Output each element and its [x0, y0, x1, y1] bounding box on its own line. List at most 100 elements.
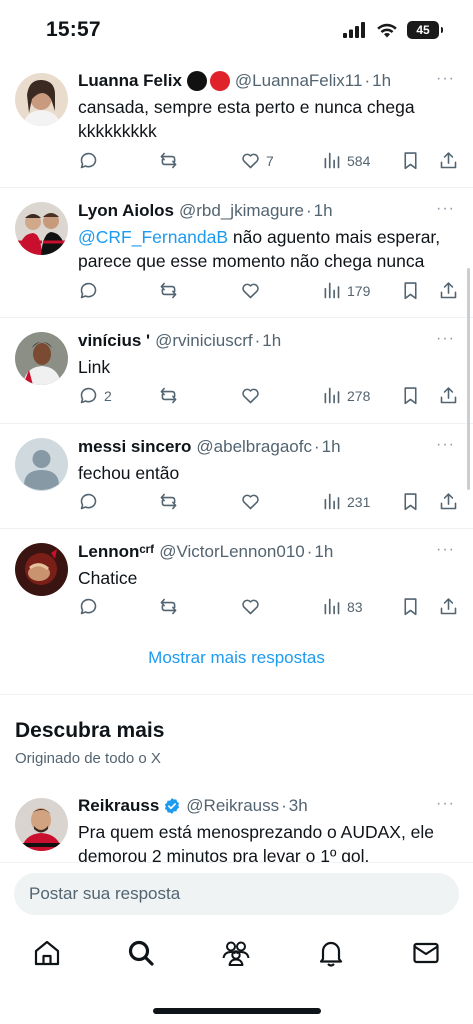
timestamp[interactable]: 3h: [289, 796, 308, 816]
battery-indicator: 45: [407, 21, 443, 39]
like-button[interactable]: [240, 280, 266, 301]
tab-communities[interactable]: [221, 938, 251, 968]
handle[interactable]: @rbd_jkimagure: [179, 201, 304, 221]
separator: ·: [364, 71, 371, 90]
handle[interactable]: @VictorLennon010: [159, 542, 305, 562]
reply-icon: [80, 282, 97, 299]
avatar[interactable]: [15, 332, 68, 385]
tweet-text: Pra quem está menosprezando o AUDAX, ele…: [78, 820, 457, 862]
views-button[interactable]: 231: [321, 491, 370, 512]
timestamp[interactable]: 1h: [322, 437, 341, 457]
reply-input[interactable]: Postar sua resposta: [14, 873, 459, 915]
retweet-button[interactable]: [158, 280, 179, 301]
retweet-button[interactable]: [158, 150, 179, 171]
share-icon: [440, 387, 457, 404]
reply-button[interactable]: 2: [78, 385, 112, 406]
reply-button[interactable]: [78, 280, 104, 301]
share-button[interactable]: [438, 385, 459, 406]
views-button[interactable]: 584: [321, 150, 370, 171]
like-button[interactable]: 7: [240, 150, 274, 171]
separator: ·: [313, 437, 320, 456]
display-name[interactable]: Luanna Felix: [78, 71, 182, 91]
discover-tweet[interactable]: Reikrauss @Reikrauss · 3h ··· Pra quem e…: [0, 785, 473, 862]
share-icon: [440, 282, 457, 299]
reply-tweet[interactable]: Luanna Felix @LuannaFelix11 · 1h ··· can…: [0, 58, 473, 188]
retweet-button[interactable]: [158, 385, 179, 406]
display-name[interactable]: vinícius ': [78, 331, 150, 351]
avatar[interactable]: [15, 202, 68, 255]
like-button[interactable]: [240, 596, 266, 617]
reply-button[interactable]: [78, 491, 104, 512]
more-options-icon[interactable]: ···: [436, 200, 455, 218]
bookmark-icon: [404, 282, 417, 300]
reply-tweet[interactable]: Lyon Aiolos @rbd_jkimagure · 1h ··· @CRF…: [0, 188, 473, 318]
timestamp[interactable]: 1h: [372, 71, 391, 91]
more-options-icon[interactable]: ···: [436, 541, 455, 559]
bookmark-button[interactable]: [400, 280, 421, 301]
separator: ·: [281, 796, 287, 815]
handle[interactable]: @LuannaFelix11: [235, 71, 363, 91]
retweet-icon: [160, 598, 177, 615]
reply-tweet[interactable]: Lennonᶜʳᶠ @VictorLennon010 · 1h ··· Chat…: [0, 529, 473, 634]
tweet-actions: 2 278: [78, 385, 457, 409]
scrollbar[interactable]: [467, 268, 470, 490]
tweet-actions: 83: [78, 596, 457, 620]
separator: ·: [306, 201, 312, 220]
bookmark-button[interactable]: [400, 491, 421, 512]
display-name[interactable]: messi sincero: [78, 437, 191, 457]
tweet-text: fechou então: [78, 461, 457, 485]
retweet-button[interactable]: [158, 596, 179, 617]
wifi-icon: [377, 23, 397, 38]
timestamp[interactable]: 1h: [314, 542, 333, 562]
like-button[interactable]: [240, 491, 266, 512]
avatar[interactable]: [15, 543, 68, 596]
reply-icon: [80, 493, 97, 510]
tweet-header: messi sincero @abelbragaofc · 1h: [78, 437, 433, 457]
share-button[interactable]: [438, 491, 459, 512]
avatar[interactable]: [15, 798, 68, 851]
mail-icon: [413, 942, 439, 964]
avatar[interactable]: [15, 73, 68, 126]
more-options-icon[interactable]: ···: [436, 70, 455, 88]
reply-tweet[interactable]: messi sincero @abelbragaofc · 1h ··· fec…: [0, 424, 473, 529]
views-button[interactable]: 278: [321, 385, 370, 406]
more-options-icon[interactable]: ···: [436, 330, 455, 348]
tab-messages[interactable]: [411, 938, 441, 968]
timestamp[interactable]: 1h: [314, 201, 333, 221]
share-button[interactable]: [438, 150, 459, 171]
show-more-replies-link[interactable]: Mostrar mais respostas: [0, 648, 473, 668]
like-button[interactable]: [240, 385, 266, 406]
bottom-tab-bar: [0, 924, 473, 994]
avatar[interactable]: [15, 438, 68, 491]
more-options-icon[interactable]: ···: [436, 795, 455, 813]
reply-tweet[interactable]: vinícius ' @rviniciuscrf · 1h ··· Link 2…: [0, 318, 473, 424]
timestamp[interactable]: 1h: [262, 331, 281, 351]
views-button[interactable]: 83: [321, 596, 363, 617]
tweet-header: Lennonᶜʳᶠ @VictorLennon010 · 1h: [78, 542, 433, 562]
handle[interactable]: @abelbragaofc: [196, 437, 312, 457]
display-name[interactable]: Lyon Aiolos: [78, 201, 174, 221]
tweet-text-line: parece que esse momento não chega nunca: [78, 251, 425, 271]
display-name[interactable]: Reikrauss: [78, 796, 159, 816]
tab-home[interactable]: [32, 938, 62, 968]
tweet-text-line: Link: [78, 357, 111, 377]
search-icon: [128, 940, 154, 966]
more-options-icon[interactable]: ···: [436, 436, 455, 454]
tweet-actions: 179: [78, 280, 457, 304]
reply-button[interactable]: [78, 150, 104, 171]
tab-search[interactable]: [126, 938, 156, 968]
bookmark-button[interactable]: [400, 150, 421, 171]
tweet-text-line: fechou então: [78, 463, 180, 483]
bookmark-button[interactable]: [400, 385, 421, 406]
views-button[interactable]: 179: [321, 280, 370, 301]
handle[interactable]: @rviniciuscrf: [155, 331, 253, 351]
bookmark-button[interactable]: [400, 596, 421, 617]
display-name[interactable]: Lennonᶜʳᶠ: [78, 542, 154, 562]
tab-notifications[interactable]: [316, 938, 346, 968]
mention-link[interactable]: @CRF_FernandaB: [78, 227, 228, 247]
share-button[interactable]: [438, 596, 459, 617]
share-button[interactable]: [438, 280, 459, 301]
reply-button[interactable]: [78, 596, 104, 617]
retweet-button[interactable]: [158, 491, 179, 512]
handle[interactable]: @Reikrauss: [186, 796, 279, 816]
